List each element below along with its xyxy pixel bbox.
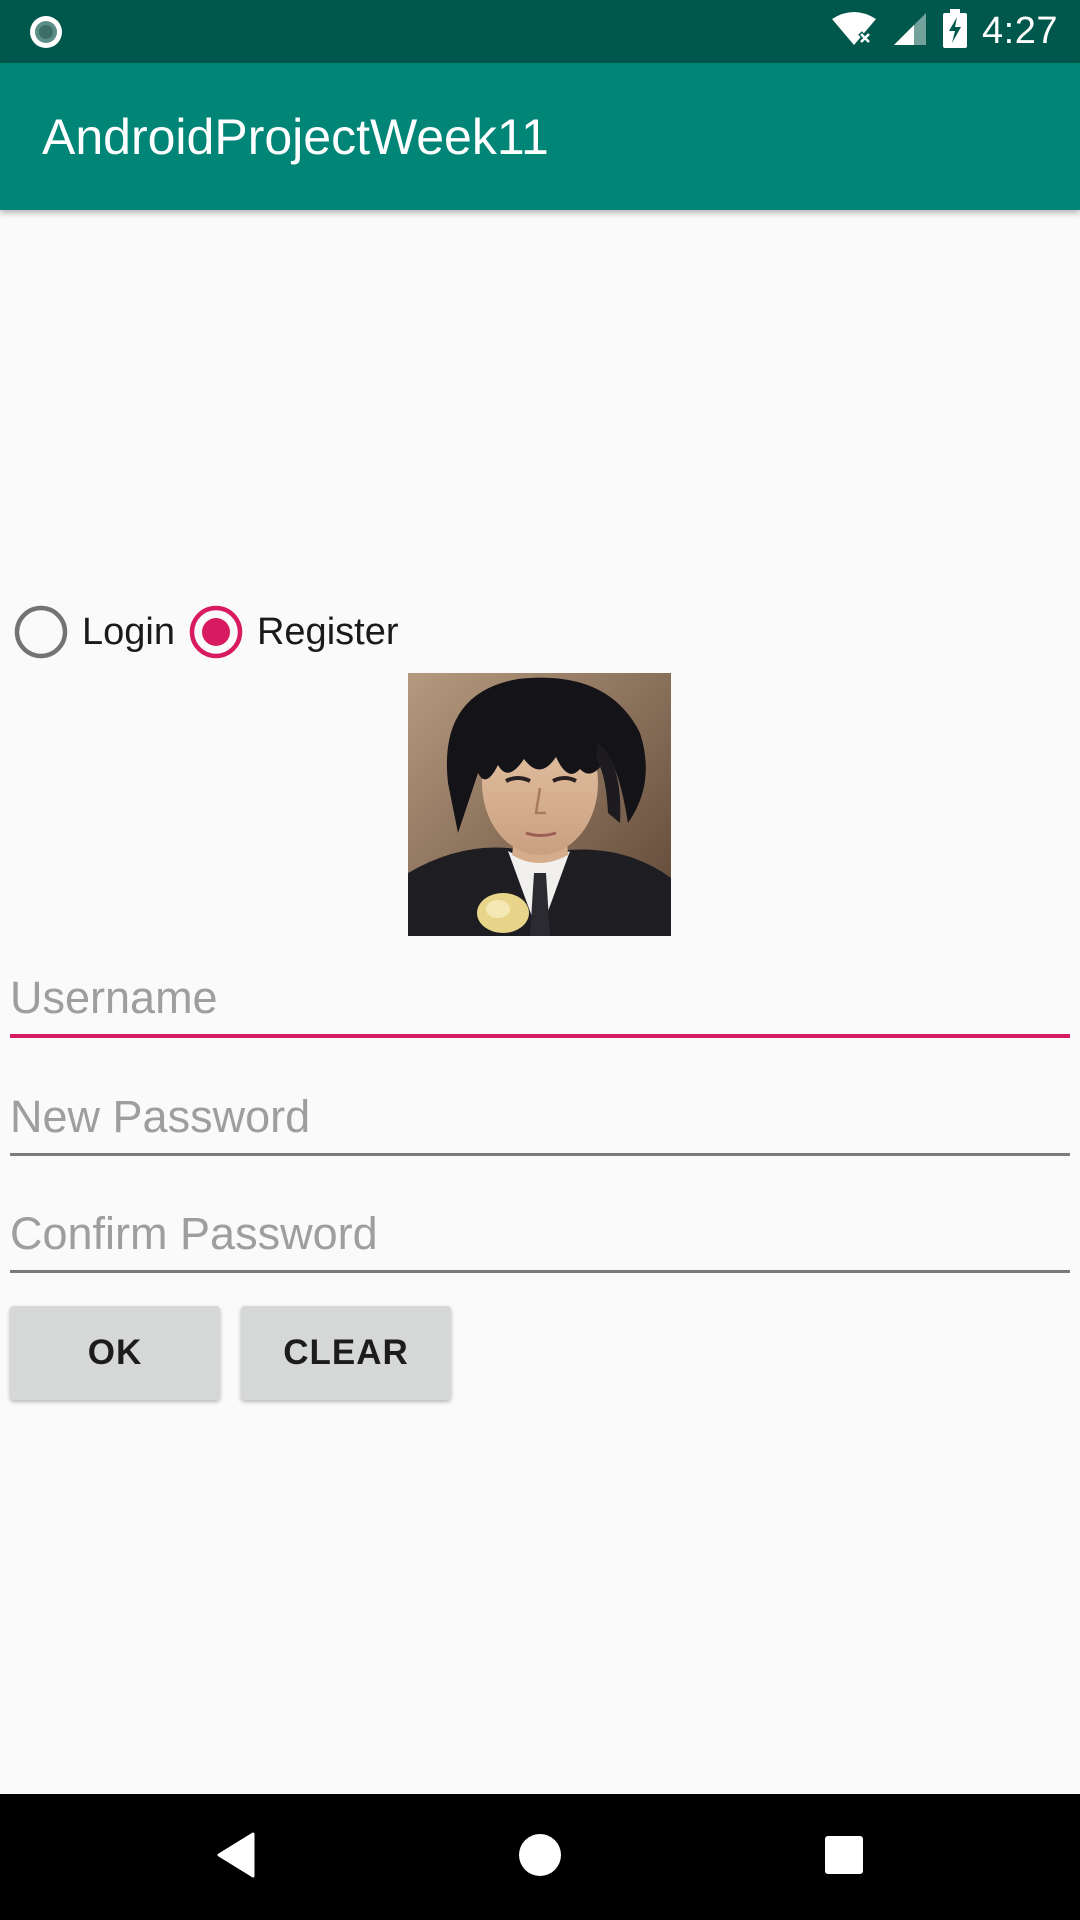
radio-login[interactable]: Login — [14, 605, 175, 659]
home-button[interactable] — [480, 1794, 600, 1920]
back-icon — [215, 1832, 257, 1883]
navigation-bar — [0, 1794, 1080, 1920]
status-time: 4:27 — [982, 10, 1058, 52]
confirm-password-field-wrapper — [10, 1204, 1070, 1273]
signal-icon — [892, 11, 928, 52]
radio-checked-icon[interactable] — [189, 605, 243, 659]
mode-radio-group: Login Register — [14, 604, 412, 660]
new-password-input[interactable] — [10, 1087, 1070, 1147]
app-title: AndroidProjectWeek11 — [42, 108, 549, 165]
app-bar: AndroidProjectWeek11 — [0, 63, 1080, 210]
confirm-password-underline — [10, 1270, 1070, 1273]
ok-button[interactable]: OK — [10, 1306, 220, 1400]
username-input[interactable] — [10, 968, 1070, 1028]
radio-register[interactable]: Register — [189, 605, 399, 659]
notification-dot-icon — [28, 14, 64, 50]
wifi-icon — [830, 11, 878, 52]
username-field-wrapper — [10, 968, 1070, 1038]
recents-button[interactable] — [784, 1794, 904, 1920]
user-photo — [408, 673, 671, 936]
new-password-field-wrapper — [10, 1087, 1070, 1156]
recents-icon — [824, 1835, 864, 1880]
home-icon — [518, 1833, 562, 1882]
back-button[interactable] — [176, 1794, 296, 1920]
clear-button[interactable]: CLEAR — [241, 1306, 451, 1400]
status-icons: 4:27 — [830, 0, 1058, 63]
new-password-underline — [10, 1153, 1070, 1156]
battery-charging-icon — [942, 9, 968, 54]
status-bar: 4:27 — [0, 0, 1080, 63]
radio-unchecked-icon[interactable] — [14, 605, 68, 659]
confirm-password-input[interactable] — [10, 1204, 1070, 1264]
username-underline — [10, 1034, 1070, 1038]
radio-login-label: Login — [82, 610, 175, 653]
radio-register-label: Register — [256, 610, 399, 653]
